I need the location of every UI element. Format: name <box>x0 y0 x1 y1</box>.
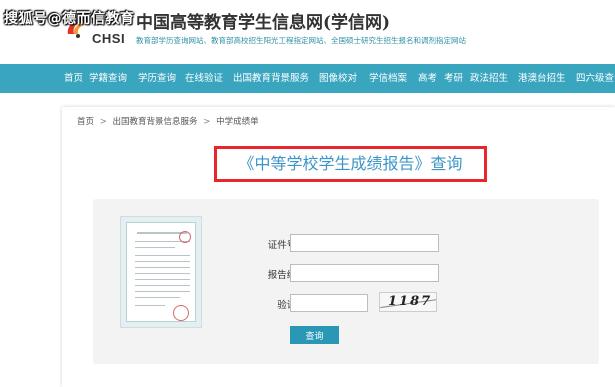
stamp-icon <box>173 305 189 321</box>
sample-report-image <box>120 216 202 328</box>
breadcrumb-separator: > <box>203 117 211 127</box>
content-frame: 首页 > 出国教育背景信息服务 > 中学成绩单 《中等学校学生成绩报告》查询 证… <box>62 107 615 387</box>
breadcrumb-home[interactable]: 首页 <box>77 115 94 127</box>
site-title: 中国高等教育学生信息网(学信网) <box>136 13 391 33</box>
nav-item-cet-query[interactable]: 四六级查询 <box>576 64 615 93</box>
chsi-logo-text: CHSI <box>92 31 126 46</box>
nav-item-student-archive[interactable]: 学信档案 <box>369 64 407 93</box>
nav-item-law-enrollment[interactable]: 政法招生 <box>470 64 508 93</box>
site-tagline: 教育部学历查询网站、教育部高校招生阳光工程指定网站、全国硕士研究生招生报名和调剂… <box>136 36 466 45</box>
report-number-input[interactable] <box>290 264 439 282</box>
nav-item-image-check[interactable]: 图像校对 <box>319 64 357 93</box>
nav-item-enrollment-query[interactable]: 学籍查询 <box>89 64 127 93</box>
nav-item-degree-query[interactable]: 学历查询 <box>138 64 176 93</box>
nav-item-abroad-service[interactable]: 出国教育背景服务 <box>233 64 309 93</box>
watermark: 搜狐号@德而信教育 <box>4 11 135 27</box>
captcha-image[interactable]: 1187 <box>379 292 437 312</box>
captcha-input[interactable] <box>290 294 368 312</box>
main-nav: 首页 学籍查询 学历查询 在线验证 出国教育背景服务 图像校对 学信档案 高考 … <box>0 64 615 93</box>
site-header: CHSI 中国高等教育学生信息网(学信网) 教育部学历查询网站、教育部高校招生阳… <box>0 0 615 64</box>
captcha-image-text: 1187 <box>388 294 433 309</box>
nav-item-home[interactable]: 首页 <box>64 64 83 93</box>
nav-item-online-verify[interactable]: 在线验证 <box>185 64 223 93</box>
breadcrumb-abroad-service[interactable]: 出国教育背景信息服务 <box>113 115 198 127</box>
nav-item-kaoyan[interactable]: 考研 <box>444 64 463 93</box>
nav-item-gaokao[interactable]: 高考 <box>418 64 437 93</box>
page-title: 《中等学校学生成绩报告》查询 <box>238 154 463 173</box>
breadcrumb: 首页 > 出国教育背景信息服务 > 中学成绩单 <box>77 115 259 127</box>
title-highlight-box: 《中等学校学生成绩报告》查询 <box>214 146 487 182</box>
nav-item-hmt-enrollment[interactable]: 港澳台招生 <box>518 64 566 93</box>
cert-number-input[interactable] <box>290 234 439 252</box>
breadcrumb-separator: > <box>99 117 107 127</box>
query-button[interactable]: 查询 <box>290 326 339 344</box>
breadcrumb-current: 中学成绩单 <box>216 117 259 127</box>
query-panel: 证件号码: 报告编号: 验证码: 1187 查询 <box>93 199 599 364</box>
stamp-icon <box>179 231 191 243</box>
